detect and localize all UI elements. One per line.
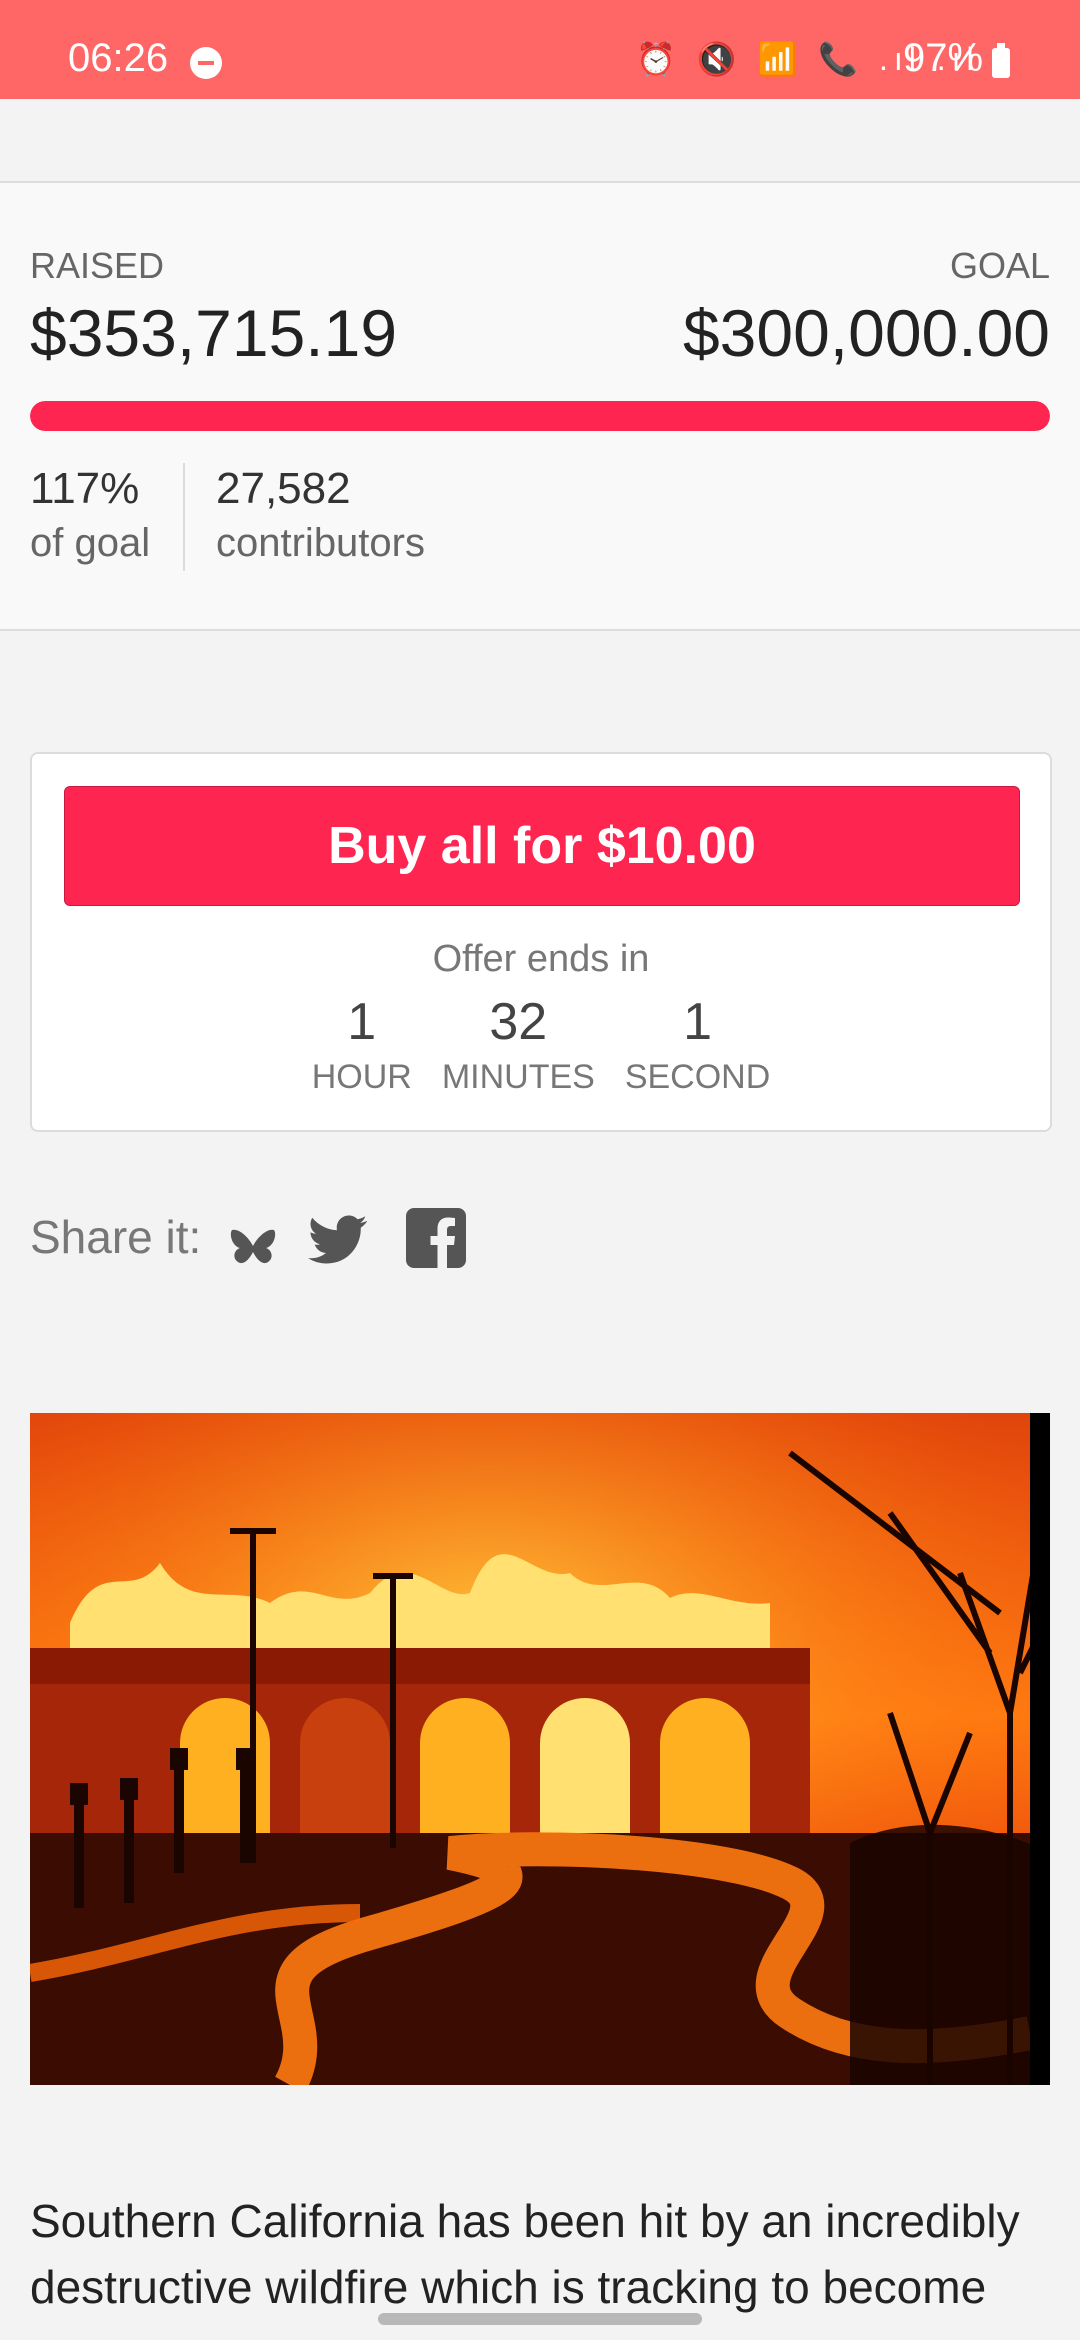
- progress-bar: [30, 401, 1050, 431]
- raised-amount: $353,715.19: [30, 296, 398, 370]
- timer-seconds: 1 SECOND: [625, 992, 770, 1097]
- timer-seconds-value: 1: [683, 993, 712, 1051]
- bluesky-icon[interactable]: [230, 1226, 276, 1270]
- offer-card: Buy all for $10.00 Offer ends in 1 HOUR …: [30, 752, 1052, 1132]
- goal-label: GOAL: [949, 245, 1050, 286]
- wildfire-photo: [30, 1413, 1050, 2085]
- timer-minutes: 32 MINUTES: [442, 992, 595, 1097]
- offer-ends-label: Offer ends in: [432, 938, 650, 980]
- contributors-label: contributors: [216, 521, 425, 565]
- contributors-count: 27,582: [216, 464, 351, 513]
- timer-seconds-label: SECOND: [624, 1058, 771, 1096]
- timer-hours: 1 HOUR: [312, 992, 412, 1097]
- goal-amount: $300,000.00: [682, 296, 1050, 370]
- timer-minutes-label: MINUTES: [441, 1058, 595, 1096]
- stats-divider: [183, 463, 185, 571]
- raised-label: RAISED: [30, 245, 165, 286]
- timer-minutes-value: 32: [489, 993, 548, 1051]
- fundraising-stats: RAISED GOAL $353,715.19 $300,000.00 117%…: [0, 183, 1080, 631]
- top-strip: [0, 99, 1080, 183]
- buy-all-button[interactable]: Buy all for $10.00: [64, 786, 1020, 906]
- facebook-icon[interactable]: [406, 1208, 466, 1268]
- battery-percent: 97%: [903, 36, 984, 80]
- do-not-disturb-icon: [190, 47, 222, 79]
- progress-bar-fill: [30, 401, 1050, 431]
- twitter-icon[interactable]: [308, 1214, 368, 1266]
- timer-hours-label: HOUR: [311, 1058, 412, 1096]
- battery-icon: [992, 43, 1010, 78]
- share-label: Share it:: [30, 1211, 202, 1263]
- home-indicator[interactable]: [378, 2313, 702, 2325]
- status-bar: 06:26 ⏰ 🔇 📶 📞 .ıl .ıl 97%: [0, 0, 1080, 99]
- description-text: Southern California has been hit by an i…: [30, 2195, 1020, 2313]
- timer-hours-value: 1: [347, 993, 377, 1051]
- countdown-timer: 1 HOUR 32 MINUTES 1 SECOND: [32, 992, 1050, 1097]
- percent-of-goal-label: of goal: [30, 521, 151, 565]
- status-time: 06:26: [68, 36, 169, 80]
- percent-of-goal: 117%: [30, 464, 140, 513]
